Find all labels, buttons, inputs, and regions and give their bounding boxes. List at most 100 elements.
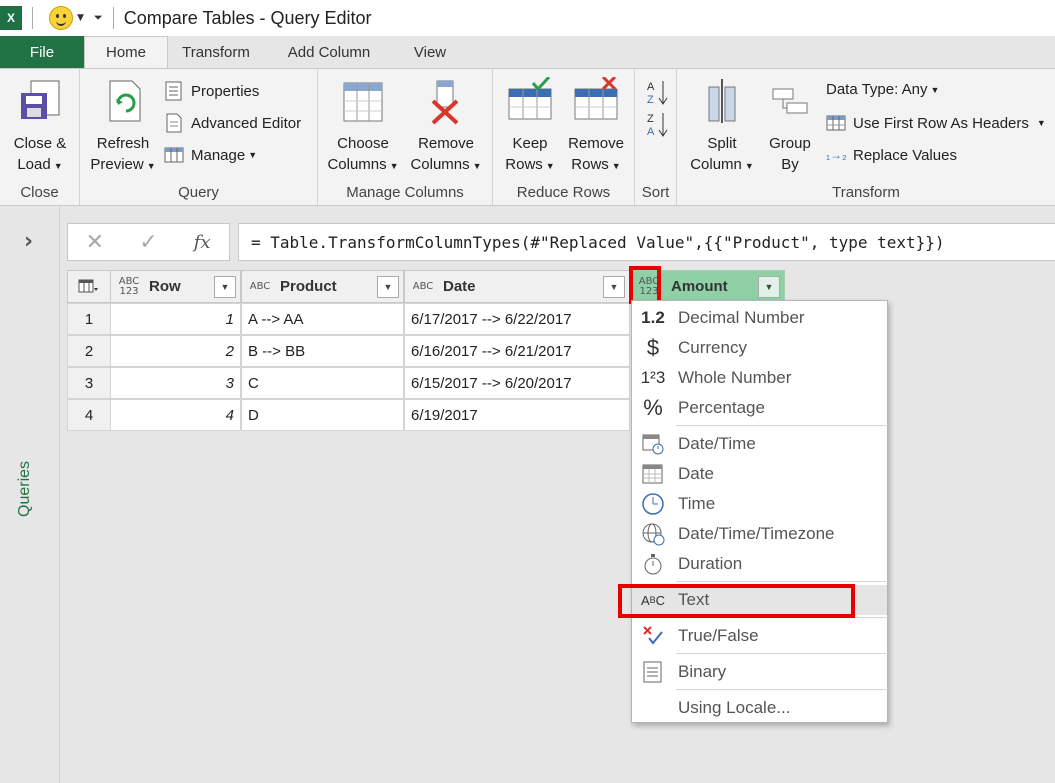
cell-product[interactable]: D [241,399,404,431]
cell-row[interactable]: 1 [110,303,241,335]
menu-item-time[interactable]: Time [632,489,887,519]
queries-label[interactable]: Queries [16,461,34,517]
choose-caret-icon: ▼ [389,161,399,171]
formula-input[interactable]: = Table.TransformColumnTypes(#"Replaced … [238,223,1055,261]
cell-date[interactable]: 6/16/2017 --> 6/21/2017 [404,335,630,367]
cell-row[interactable]: 4 [110,399,241,431]
menu-item-label: Date/Time [678,434,756,453]
menu-item-label: Decimal Number [678,308,805,327]
menu-item-label: Duration [678,554,743,573]
transform-group-label: Transform [832,184,900,201]
table-menu-icon [78,279,98,292]
sort-ascending-icon[interactable]: AZ [645,79,669,109]
close-load-button[interactable]: Close & Load ▼ [6,77,74,177]
currency-icon: $ [646,335,660,360]
choose-columns-button[interactable]: Choose Columns ▼ [324,77,402,177]
cell-row[interactable]: 2 [110,335,241,367]
table-menu-button[interactable] [67,270,111,303]
tab-home[interactable]: Home [84,36,168,68]
expand-chevron-icon[interactable]: › [24,229,33,254]
group-by-button[interactable]: Group By [763,77,817,175]
manage-table-icon [164,145,184,165]
cell-date[interactable]: 6/15/2017 --> 6/20/2017 [404,367,630,399]
cell-product[interactable]: B --> BB [241,335,404,367]
cell-date[interactable]: 6/17/2017 --> 6/22/2017 [404,303,630,335]
row-number[interactable]: 4 [67,399,111,431]
menu-item-datetime-timezone[interactable]: Date/Time/Timezone [632,519,887,549]
quick-access-customize-icon[interactable]: ⏷ [94,11,103,25]
manage-columns-group-label: Manage Columns [346,184,464,201]
row-number[interactable]: 2 [67,335,111,367]
headers-table-icon [826,113,846,133]
whole-number-icon: 1²3 [640,368,666,387]
remove-columns-button[interactable]: Remove Columns ▼ [406,77,486,177]
filter-dropdown-icon[interactable]: ▼ [377,276,399,298]
filter-dropdown-icon[interactable]: ▼ [214,276,236,298]
fx-icon[interactable]: fx [175,232,229,253]
menu-item-using-locale[interactable]: Using Locale... [632,693,887,723]
cell-row[interactable]: 3 [110,367,241,399]
manage-button[interactable]: Manage ▼ [164,145,257,165]
menu-item-label: Whole Number [678,368,792,387]
choose-columns-icon [340,77,386,125]
confirm-formula-icon[interactable]: ✓ [122,230,176,255]
menu-item-label: Currency [678,338,747,357]
menu-item-currency[interactable]: $ Currency [632,333,887,363]
menu-item-decimal-number[interactable]: 1.2 Decimal Number [632,303,887,333]
split-column-button[interactable]: Split Column ▼ [685,77,759,177]
keep-rows-button[interactable]: Keep Rows ▼ [501,75,559,177]
menu-item-datetime[interactable]: Date/Time [632,429,887,459]
tab-view[interactable]: View [394,36,466,68]
tab-transform[interactable]: Transform [168,36,264,68]
excel-icon[interactable]: X [0,6,22,30]
menu-item-percentage[interactable]: % Percentage [632,393,887,423]
close-load-icon [17,77,63,125]
advanced-editor-button[interactable]: Advanced Editor [164,113,301,133]
properties-button[interactable]: Properties [164,81,259,101]
column-header-date[interactable]: ABC Date ▼ [404,270,630,303]
first-row-caret-icon: ▼ [1036,118,1046,128]
row-number[interactable]: 3 [67,367,111,399]
filter-dropdown-icon[interactable]: ▼ [758,276,780,298]
text-type-icon[interactable]: ABC [409,281,437,292]
remove-rows-label-1: Remove [568,135,624,152]
datetime-icon [636,432,670,456]
tab-add-column[interactable]: Add Column [264,36,394,68]
replace-values-button[interactable]: ₁→₂ Replace Values [826,145,957,165]
svg-text:Z: Z [647,113,654,125]
any-type-icon[interactable]: ABC 123 [115,276,143,297]
manage-columns-group: Choose Columns ▼ Remove Columns ▼ Manage C… [318,69,493,205]
split-label-2: Column [690,156,742,173]
sort-descending-icon[interactable]: ZA [645,111,669,141]
globe-icon [636,522,670,546]
use-first-row-headers-button[interactable]: Use First Row As Headers ▼ [826,113,1046,133]
data-type-dropdown[interactable]: Data Type: Any ▼ [826,81,939,98]
menu-item-true-false[interactable]: True/False [632,621,887,651]
menu-item-whole-number[interactable]: 1²3 Whole Number [632,363,887,393]
refresh-preview-button[interactable]: Refresh Preview ▼ [86,77,160,177]
menu-item-binary[interactable]: Binary [632,657,887,687]
row-number[interactable]: 1 [67,303,111,335]
menu-separator [676,689,888,690]
cell-product[interactable]: A --> AA [241,303,404,335]
remove-rows-button[interactable]: Remove Rows ▼ [563,75,629,177]
menu-separator [676,653,888,654]
close-group: Close & Load ▼ Close [0,69,80,205]
remove-cols-label-1: Remove [418,135,474,152]
cancel-formula-icon[interactable]: ✕ [68,230,122,255]
filter-dropdown-icon[interactable]: ▼ [603,276,625,298]
close-group-label: Close [20,184,59,201]
locale-blank-icon [636,696,670,720]
cell-date[interactable]: 6/19/2017 [404,399,630,431]
tab-file[interactable]: File [0,36,84,68]
manage-caret-icon: ▼ [248,150,258,160]
cell-product[interactable]: C [241,367,404,399]
menu-item-duration[interactable]: Duration [632,549,887,579]
smiley-dropdown-icon[interactable]: ▼ [77,13,84,23]
menu-item-date[interactable]: Date [632,459,887,489]
feedback-smiley-icon[interactable] [49,6,73,30]
text-type-icon[interactable]: ABC [246,281,274,292]
column-header-product[interactable]: ABC Product ▼ [241,270,404,303]
close-load-label-2: Load [17,156,51,173]
column-header-row[interactable]: ABC 123 Row ▼ [110,270,241,303]
